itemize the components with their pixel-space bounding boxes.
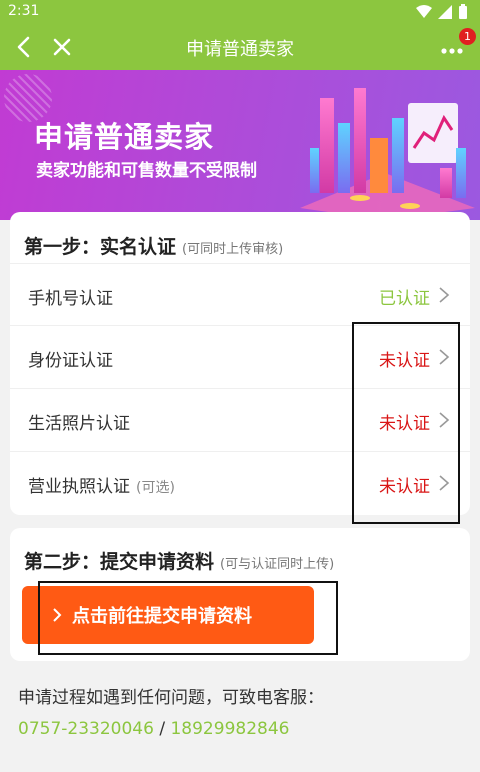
status-verified: 已认证 — [379, 289, 430, 309]
city-chart-illustration — [300, 88, 475, 220]
annotation-box-button — [38, 581, 338, 655]
signal-icon — [438, 5, 452, 19]
battery-icon — [459, 4, 467, 19]
phone-link-1[interactable]: 0757-23320046 — [18, 719, 154, 739]
row-label-wrap: 营业执照认证 (可选) — [28, 472, 175, 497]
row-label: 生活照片认证 — [28, 414, 130, 434]
status-bar: 2:31 — [0, 0, 480, 24]
page-title: 申请普通卖家 — [186, 39, 294, 60]
step1-heading: 第一步：实名认证 (可同时上传审核) — [24, 232, 283, 259]
step2-title: 第二步：提交申请资料 — [24, 551, 215, 573]
row-label: 营业执照认证 — [28, 477, 130, 497]
contact-phones: 0757-23320046 / 18929982846 — [18, 719, 289, 739]
status-icons — [416, 4, 468, 20]
title-bar: 申请普通卖家 1 — [0, 24, 480, 70]
notification-badge: 1 — [459, 28, 476, 45]
row-phone-verification[interactable]: 手机号认证 已认证 — [10, 263, 470, 325]
optional-tag: (可选) — [136, 480, 175, 496]
step1-note: (可同时上传审核) — [182, 242, 284, 257]
annotation-box-statuses — [352, 322, 460, 524]
promo-banner: 申请普通卖家 卖家功能和可售数量不受限制 — [0, 70, 480, 220]
step2-note: (可与认证同时上传) — [220, 557, 335, 572]
step1-title: 第一步：实名认证 — [24, 236, 177, 258]
contact-text: 申请过程如遇到任何问题，可致电客服： — [18, 688, 324, 708]
phone-separator: / — [153, 719, 171, 739]
status-time: 2:31 — [8, 3, 40, 19]
row-label: 身份证认证 — [28, 351, 113, 371]
step2-heading: 第二步：提交申请资料 (可与认证同时上传) — [24, 547, 334, 574]
wifi-icon — [416, 5, 432, 18]
phone-link-2[interactable]: 18929982846 — [170, 719, 289, 739]
banner-subtitle: 卖家功能和可售数量不受限制 — [36, 161, 257, 181]
chevron-right-icon — [439, 287, 450, 303]
row-label: 手机号认证 — [28, 289, 113, 309]
banner-title: 申请普通卖家 — [34, 120, 215, 154]
